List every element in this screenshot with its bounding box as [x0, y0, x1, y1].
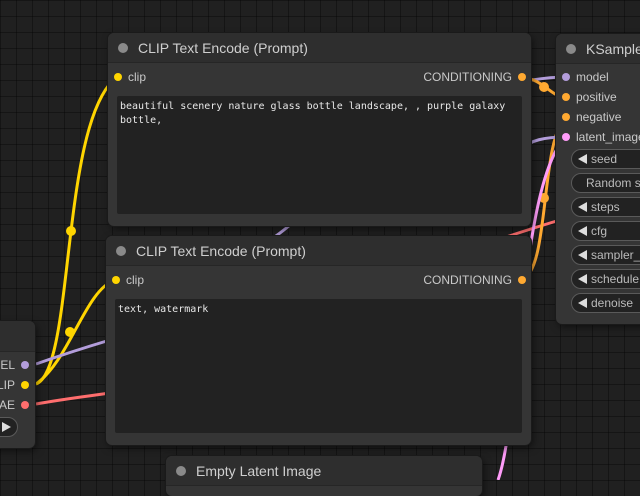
decrement-arrow-icon[interactable] [578, 298, 587, 308]
input-latent-image-label: latent_image [576, 130, 640, 144]
output-conditioning-label: CONDITIONING [423, 273, 512, 287]
latent-input-dot[interactable] [562, 133, 570, 141]
clip-input-dot[interactable] [114, 73, 122, 81]
cfg-widget[interactable]: cfg [571, 221, 640, 241]
checkpoint-loader-title-bar[interactable] [0, 321, 35, 352]
output-conditioning-label: CONDITIONING [423, 70, 512, 84]
node-title-bar[interactable]: Empty Latent Image [166, 456, 482, 486]
model-wire [35, 338, 111, 366]
conditioning-output-dot[interactable] [518, 73, 526, 81]
input-latent-image[interactable]: latent_image [562, 127, 640, 147]
empty-latent-image-node[interactable]: Empty Latent Image [166, 456, 482, 496]
input-positive[interactable]: positive [562, 87, 617, 107]
input-clip[interactable]: clip [112, 270, 144, 290]
collapse-dot-icon[interactable] [116, 245, 126, 256]
scheduler-widget[interactable]: schedule [571, 269, 640, 289]
clip-text-encode-negative-node[interactable]: CLIP Text Encode (Prompt) clip CONDITION… [106, 236, 531, 445]
positive-input-dot[interactable] [562, 93, 570, 101]
input-clip-label: clip [128, 70, 147, 84]
output-vae[interactable]: AE [0, 395, 29, 415]
input-clip-label: clip [126, 273, 145, 287]
prompt-text-area[interactable]: beautiful scenery nature glass bottle la… [117, 96, 522, 214]
node-title: CLIP Text Encode (Prompt) [136, 242, 306, 259]
node-title: CLIP Text Encode (Prompt) [138, 39, 308, 56]
seed-label: seed [591, 152, 618, 166]
output-clip-label: LIP [0, 378, 15, 392]
output-conditioning[interactable]: CONDITIONING [423, 270, 526, 290]
decrement-arrow-icon[interactable] [578, 274, 587, 284]
output-model-label: EL [0, 358, 15, 372]
vae-output-dot[interactable] [21, 401, 29, 409]
model-output-dot[interactable] [21, 361, 29, 369]
node-title-bar[interactable]: CLIP Text Encode (Prompt) [108, 33, 531, 63]
prompt-text-area[interactable]: text, watermark [115, 299, 522, 433]
output-clip[interactable]: LIP [0, 375, 29, 395]
conditioning-output-dot[interactable] [518, 276, 526, 284]
checkpoint-loader-node[interactable]: EL LIP AE [0, 321, 35, 448]
clip-wire-positive [35, 75, 118, 386]
ksampler-node[interactable]: KSample model positive negative latent_i… [556, 34, 640, 324]
input-negative[interactable]: negative [562, 107, 621, 127]
denoise-label: denoise [591, 296, 634, 310]
collapse-dot-icon[interactable] [566, 43, 576, 54]
node-title: Empty Latent Image [196, 462, 322, 479]
denoise-widget[interactable]: denoise [571, 293, 640, 313]
clip-output-dot[interactable] [21, 381, 29, 389]
collapse-dot-icon[interactable] [118, 42, 128, 53]
ckpt-name-widget[interactable] [0, 417, 18, 437]
input-positive-label: positive [576, 90, 617, 104]
steps-label: steps [591, 200, 620, 214]
vae-wire [35, 391, 111, 406]
sampler-name-widget[interactable]: sampler_ [571, 245, 640, 265]
negative-input-dot[interactable] [562, 113, 570, 121]
steps-widget[interactable]: steps [571, 197, 640, 217]
arrow-right-icon[interactable] [2, 422, 11, 432]
clip-text-encode-positive-node[interactable]: CLIP Text Encode (Prompt) clip CONDITION… [108, 33, 531, 226]
input-model[interactable]: model [562, 67, 609, 87]
sampler-name-label: sampler_ [591, 248, 640, 262]
model-input-dot[interactable] [562, 73, 570, 81]
input-negative-label: negative [576, 110, 622, 124]
clip-input-dot[interactable] [112, 276, 120, 284]
decrement-arrow-icon[interactable] [578, 202, 587, 212]
collapse-dot-icon[interactable] [176, 465, 186, 476]
node-title-bar[interactable]: CLIP Text Encode (Prompt) [106, 236, 531, 266]
conditioning-wire-midpoint [539, 82, 549, 92]
input-model-label: model [576, 70, 609, 84]
control-after-generate-widget[interactable]: Random s [571, 173, 640, 193]
decrement-arrow-icon[interactable] [578, 226, 587, 236]
node-title-bar[interactable]: KSample [556, 34, 640, 64]
decrement-arrow-icon[interactable] [578, 250, 587, 260]
clip-wire-midpoint [65, 327, 75, 337]
scheduler-label: schedule [591, 272, 640, 286]
decrement-arrow-icon[interactable] [578, 154, 587, 164]
seed-widget[interactable]: seed [571, 149, 640, 169]
output-conditioning[interactable]: CONDITIONING [423, 67, 526, 87]
control-after-generate-value: Random s [586, 176, 640, 190]
output-vae-label: AE [0, 398, 15, 412]
input-clip[interactable]: clip [114, 67, 146, 87]
cfg-label: cfg [591, 224, 608, 238]
output-model[interactable]: EL [0, 355, 29, 375]
node-title: KSample [586, 40, 640, 57]
clip-wire-midpoint [66, 226, 76, 236]
